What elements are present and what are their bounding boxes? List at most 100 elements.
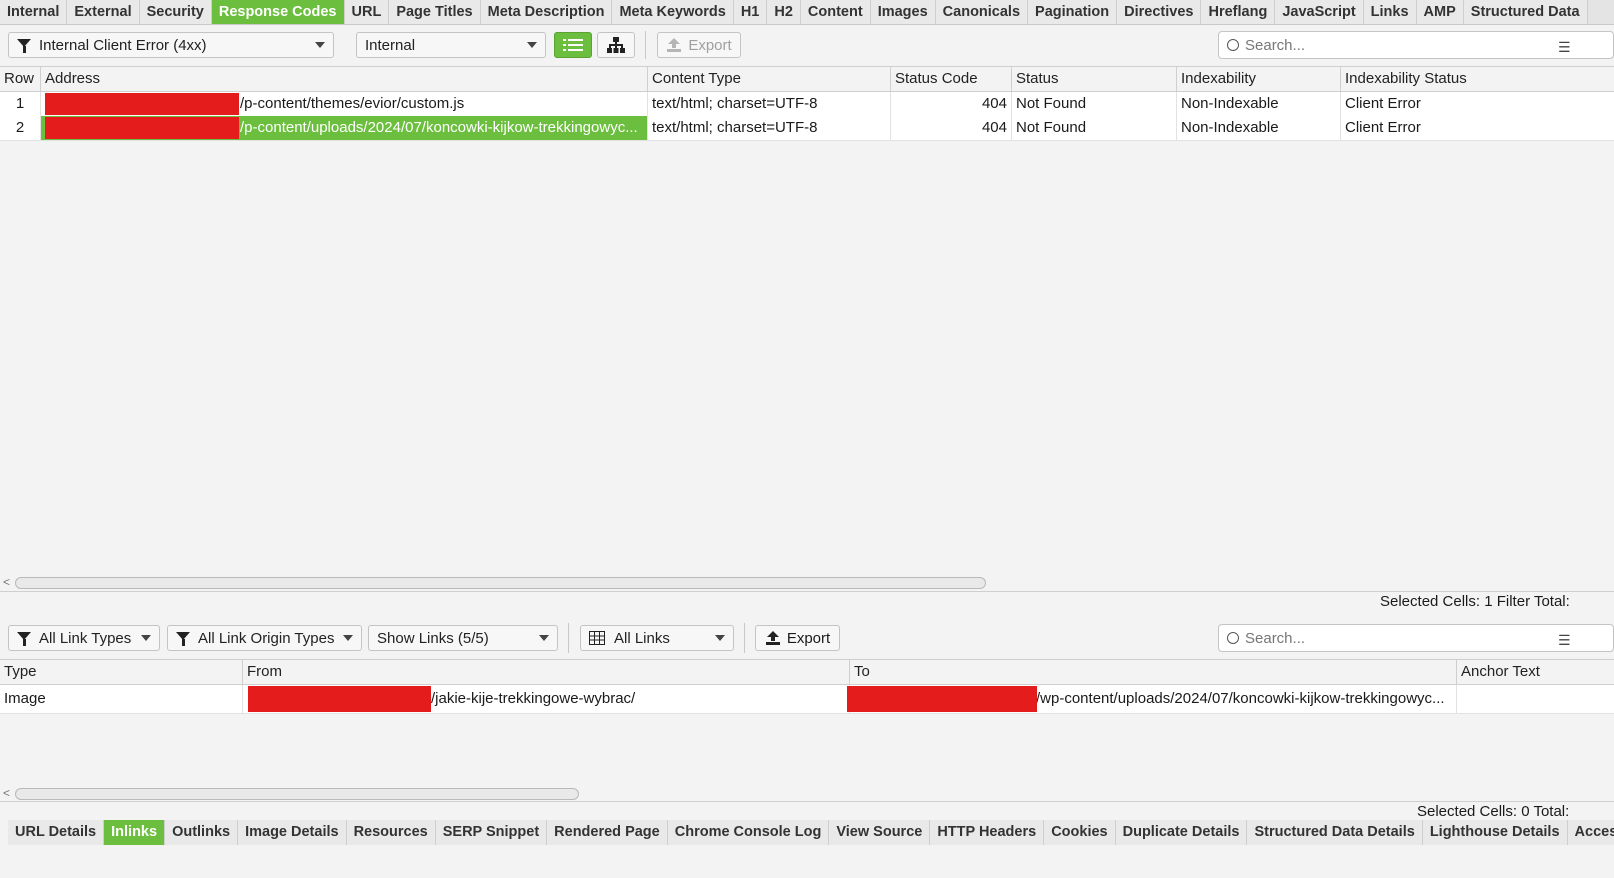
bottom-tab-serp-snippet[interactable]: SERP Snippet xyxy=(435,820,548,845)
bottom-tab-view-source[interactable]: View Source xyxy=(829,820,931,845)
bottom-tab-inlinks[interactable]: Inlinks xyxy=(104,820,166,845)
upper-toolbar: Internal Client Error (4xx) Internal Exp… xyxy=(0,25,1614,65)
all-links-dropdown[interactable]: All Links xyxy=(580,625,734,651)
tab-meta-keywords[interactable]: Meta Keywords xyxy=(612,0,734,24)
export-button-label: Export xyxy=(688,36,732,54)
tab-hreflang[interactable]: Hreflang xyxy=(1201,0,1276,24)
toolbar-divider xyxy=(568,623,569,653)
table-row[interactable]: 1 /p-content/themes/evior/custom.js text… xyxy=(0,92,1614,117)
tab-links[interactable]: Links xyxy=(1363,0,1417,24)
table-row[interactable]: Image /jakie-kije-trekkingowe-wybrac/ /w… xyxy=(0,685,1614,714)
menu-icon[interactable]: ☰ xyxy=(1558,632,1571,649)
lower-search-input[interactable]: Search... xyxy=(1218,624,1614,652)
cell-status: Not Found xyxy=(1012,92,1177,116)
bottom-tab-image-details[interactable]: Image Details xyxy=(238,820,347,845)
lower-export-label: Export xyxy=(786,629,831,647)
bottom-tab-structured-data-details[interactable]: Structured Data Details xyxy=(1247,820,1423,845)
bottom-tab-rendered-page[interactable]: Rendered Page xyxy=(547,820,668,845)
top-tab-bar: Internal External Security Response Codes UR… xyxy=(0,0,1614,25)
list-view-button[interactable] xyxy=(554,32,592,58)
col-row[interactable]: Row xyxy=(0,67,41,91)
list-icon xyxy=(563,39,583,51)
col-to[interactable]: To xyxy=(850,660,1457,684)
tab-security[interactable]: Security xyxy=(139,0,212,24)
chevron-down-icon xyxy=(715,635,725,641)
col-from[interactable]: From xyxy=(243,660,850,684)
tab-pagination[interactable]: Pagination xyxy=(1028,0,1118,24)
bottom-tab-http-headers[interactable]: HTTP Headers xyxy=(930,820,1045,845)
bottom-tab-bar: URL Details Inlinks Outlinks Image Details R… xyxy=(8,820,1614,845)
scope-dropdown-label: Internal xyxy=(365,36,416,54)
lower-status-text: Selected Cells: 0 Total: xyxy=(1417,803,1570,820)
tab-external[interactable]: External xyxy=(67,0,140,24)
link-origin-dropdown[interactable]: All Link Origin Types xyxy=(167,625,362,651)
col-type[interactable]: Type xyxy=(0,660,243,684)
tab-javascript[interactable]: JavaScript xyxy=(1275,0,1364,24)
cell-row: 1 xyxy=(0,92,41,116)
show-links-label: Show Links (5/5) xyxy=(377,629,489,647)
bottom-tab-lighthouse-details[interactable]: Lighthouse Details xyxy=(1422,820,1568,845)
chevron-down-icon xyxy=(315,42,325,48)
bottom-tab-outlinks[interactable]: Outlinks xyxy=(165,820,239,845)
cell-type: Image xyxy=(0,685,243,713)
lower-export-button[interactable]: Export xyxy=(755,625,840,651)
redaction-block xyxy=(248,686,431,712)
sitemap-icon xyxy=(607,37,625,53)
tree-view-button[interactable] xyxy=(597,32,635,58)
show-links-dropdown[interactable]: Show Links (5/5) xyxy=(368,625,558,651)
bottom-tab-chrome-console-log[interactable]: Chrome Console Log xyxy=(667,820,830,845)
upper-search-input[interactable]: Search... xyxy=(1218,31,1614,59)
cell-content-type: text/html; charset=UTF-8 xyxy=(648,116,891,140)
tab-content[interactable]: Content xyxy=(800,0,871,24)
col-indexability[interactable]: Indexability xyxy=(1177,67,1341,91)
cell-anchor-text xyxy=(1457,685,1614,713)
lower-search-placeholder: Search... xyxy=(1245,629,1306,647)
filter-icon xyxy=(17,632,31,646)
export-button[interactable]: Export xyxy=(657,32,741,58)
upper-horizontal-scrollbar[interactable] xyxy=(15,577,986,589)
upload-icon xyxy=(667,38,682,52)
scope-dropdown[interactable]: Internal xyxy=(356,32,546,58)
scroll-left-icon[interactable]: < xyxy=(3,575,10,589)
tab-images[interactable]: Images xyxy=(870,0,936,24)
tab-structured-data[interactable]: Structured Data xyxy=(1463,0,1588,24)
col-status[interactable]: Status xyxy=(1012,67,1177,91)
bottom-tab-access[interactable]: Access xyxy=(1567,820,1614,845)
cell-indexability-status: Client Error xyxy=(1345,119,1421,136)
tab-page-titles[interactable]: Page Titles xyxy=(389,0,481,24)
lower-horizontal-scrollbar[interactable] xyxy=(15,788,579,800)
tab-h2[interactable]: H2 xyxy=(767,0,801,24)
col-indexability-status[interactable]: Indexability Status xyxy=(1341,67,1614,91)
tab-canonicals[interactable]: Canonicals xyxy=(935,0,1029,24)
bottom-tab-duplicate-details[interactable]: Duplicate Details xyxy=(1115,820,1248,845)
bottom-tab-url-details[interactable]: URL Details xyxy=(8,820,105,845)
redaction-block xyxy=(45,93,239,115)
upper-status-text: Selected Cells: 1 Filter Total: xyxy=(1380,593,1570,610)
table-row[interactable]: 2 /p-content/uploads/2024/07/koncowki-ki… xyxy=(0,116,1614,141)
link-types-dropdown[interactable]: All Link Types xyxy=(8,625,160,651)
tab-amp[interactable]: AMP xyxy=(1416,0,1464,24)
col-content-type[interactable]: Content Type xyxy=(648,67,891,91)
cell-row: 2 xyxy=(0,116,41,140)
tab-meta-description[interactable]: Meta Description xyxy=(480,0,613,24)
lower-status-bar: Selected Cells: 0 Total: xyxy=(0,801,1614,821)
lower-toolbar: All Link Types All Link Origin Types Sho… xyxy=(0,613,1614,658)
tab-response-codes[interactable]: Response Codes xyxy=(211,0,345,24)
tab-url[interactable]: URL xyxy=(344,0,390,24)
cell-indexability: Non-Indexable xyxy=(1177,116,1341,140)
menu-icon[interactable]: ☰ xyxy=(1558,39,1571,56)
col-address[interactable]: Address xyxy=(41,67,648,91)
bottom-padding xyxy=(0,846,1614,878)
tab-internal[interactable]: Internal xyxy=(0,0,68,24)
all-links-label: All Links xyxy=(614,629,670,647)
tab-h1[interactable]: H1 xyxy=(733,0,768,24)
col-anchor-text[interactable]: Anchor Text xyxy=(1457,660,1614,684)
upper-status-bar: Selected Cells: 1 Filter Total: xyxy=(0,591,1614,612)
bottom-tab-cookies[interactable]: Cookies xyxy=(1044,820,1116,845)
scroll-left-icon[interactable]: < xyxy=(3,786,10,800)
col-status-code[interactable]: Status Code xyxy=(891,67,1012,91)
filter-dropdown[interactable]: Internal Client Error (4xx) xyxy=(8,32,334,58)
tab-directives[interactable]: Directives xyxy=(1117,0,1202,24)
lower-table-header: Type From To Anchor Text xyxy=(0,660,1614,685)
bottom-tab-resources[interactable]: Resources xyxy=(346,820,436,845)
